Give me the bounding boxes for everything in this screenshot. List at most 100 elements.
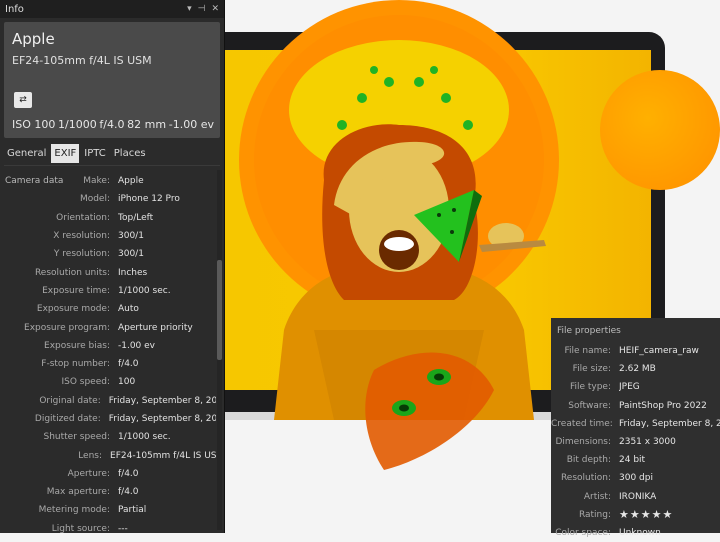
exif-row: Y resolution: 300/1 xyxy=(0,245,216,263)
exif-row: Make: Apple xyxy=(0,172,216,190)
exif-field-label: Digitized date: xyxy=(34,414,101,424)
menu-dropdown-icon[interactable]: ▾ xyxy=(187,4,192,14)
file-property-value: 2.62 MB xyxy=(619,364,656,375)
exif-row: Light source: --- xyxy=(0,520,216,538)
summary-shutter: 1/1000 xyxy=(58,118,97,131)
exif-row: X resolution: 300/1 xyxy=(0,227,216,245)
exif-field-value: -1.00 ev xyxy=(118,340,156,351)
exif-field-value: --- xyxy=(118,523,128,534)
exif-field-label: Metering mode: xyxy=(38,505,110,516)
swap-icon[interactable]: ⇄ xyxy=(14,92,32,108)
exif-row: Resolution units: Inches xyxy=(0,263,216,281)
exif-row: Exposure program: Aperture priority xyxy=(0,318,216,336)
exif-field-value: Friday, September 8, 20... xyxy=(108,395,216,406)
file-property-row: Created time: Friday, September 8, 20... xyxy=(551,415,720,433)
exif-field-value: Inches xyxy=(118,267,148,278)
orange-sun-graphic xyxy=(600,70,720,190)
file-property-value: 2351 x 3000 xyxy=(619,437,676,448)
exif-field-label: Lens: xyxy=(78,450,103,461)
exif-field-label: ISO speed: xyxy=(61,377,110,388)
file-properties-rows: File name: HEIF_camera_raw File size: 2.62 … xyxy=(551,342,720,542)
exif-row: Max aperture: f/4.0 xyxy=(0,483,216,501)
exif-row: Shutter speed: 1/1000 sec. xyxy=(0,428,216,446)
exif-field-value: 100 xyxy=(118,377,136,388)
summary-make: Apple xyxy=(12,30,55,48)
exif-field-label: Orientation: xyxy=(56,212,110,223)
exif-field-value: iPhone 12 Pro xyxy=(118,194,180,205)
exif-row: Original date: Friday, September 8, 20... xyxy=(0,392,216,410)
panel-title: Info xyxy=(5,3,24,15)
exif-field-value: Friday, September 8, 20... xyxy=(108,414,216,424)
file-property-row: Dimensions: 2351 x 3000 xyxy=(551,433,720,451)
info-panel: Info ▾ ⊣ ✕ Apple EF24-105mm f/4L IS USM … xyxy=(0,0,225,534)
tab-exif[interactable]: EXIF xyxy=(51,144,80,163)
tab-general[interactable]: General xyxy=(4,144,50,163)
pin-icon[interactable]: ⊣ xyxy=(198,4,206,14)
exif-field-value: 1/1000 sec. xyxy=(118,432,171,443)
info-panel-titlebar: Info ▾ ⊣ ✕ xyxy=(0,0,224,18)
exif-field-value: Apple xyxy=(118,176,144,187)
vertical-scrollbar[interactable] xyxy=(217,170,222,530)
file-property-label: File name: xyxy=(564,346,611,357)
file-property-row: Artist: IRONIKA xyxy=(551,488,720,506)
file-property-value: IRONIKA xyxy=(619,491,657,502)
exif-field-value: f/4.0 xyxy=(118,487,139,498)
exif-field-label: Exposure bias: xyxy=(44,340,110,351)
exif-field-label: Make: xyxy=(83,176,110,187)
file-property-value: PaintShop Pro 2022 xyxy=(619,400,707,411)
file-property-value: HEIF_camera_raw xyxy=(619,346,699,357)
rating-stars[interactable]: ★★★★★ xyxy=(619,508,673,521)
exif-field-value: EF24-105mm f/4L IS USM xyxy=(110,450,216,461)
exif-field-label: Max aperture: xyxy=(46,487,110,498)
exif-field-value: 300/1 xyxy=(118,249,144,260)
exif-row: Aperture: f/4.0 xyxy=(0,465,216,483)
exif-field-label: Y resolution: xyxy=(53,249,110,260)
file-property-label: Bit depth: xyxy=(566,455,611,466)
exif-field-value: 300/1 xyxy=(118,231,144,242)
tab-iptc[interactable]: IPTC xyxy=(81,144,109,163)
exif-field-label: Model: xyxy=(79,194,110,205)
scrollbar-thumb[interactable] xyxy=(217,260,222,360)
woman-photo-illustration xyxy=(239,0,559,470)
file-property-row: Bit depth: 24 bit xyxy=(551,451,720,469)
file-property-label: Resolution: xyxy=(560,473,611,484)
close-icon[interactable]: ✕ xyxy=(211,4,219,14)
exif-field-label: Resolution units: xyxy=(34,267,110,278)
exif-field-label: Light source: xyxy=(51,523,110,534)
file-property-value: 24 bit xyxy=(619,455,646,466)
file-property-label: Created time: xyxy=(551,418,613,429)
exif-row: Lens: EF24-105mm f/4L IS USM xyxy=(0,446,216,464)
exif-field-label: Original date: xyxy=(39,395,101,406)
exif-field-label: Shutter speed: xyxy=(43,432,111,443)
file-property-label: File type: xyxy=(569,382,611,393)
file-property-row: Resolution: 300 dpi xyxy=(551,469,720,487)
exif-row: Exposure mode: Auto xyxy=(0,300,216,318)
titlebar-controls: ▾ ⊣ ✕ xyxy=(187,4,219,14)
file-property-label: File size: xyxy=(572,364,611,375)
file-property-value: 300 dpi xyxy=(619,473,653,484)
tab-places[interactable]: Places xyxy=(110,144,149,163)
file-property-row: Software: PaintShop Pro 2022 xyxy=(551,397,720,415)
exif-field-label: Exposure program: xyxy=(24,322,110,333)
file-property-label: Software: xyxy=(568,400,611,411)
info-tabs: General EXIF IPTC Places xyxy=(4,144,220,163)
exif-field-label: Exposure time: xyxy=(42,285,110,296)
exif-field-value: 1/1000 sec. xyxy=(118,285,171,296)
exif-field-label: X resolution: xyxy=(53,231,110,242)
file-property-row: File size: 2.62 MB xyxy=(551,360,720,378)
exif-row: Exposure time: 1/1000 sec. xyxy=(0,282,216,300)
exif-row: F-stop number: f/4.0 xyxy=(0,355,216,373)
exif-row: Orientation: Top/Left xyxy=(0,209,216,227)
exif-field-label: Exposure mode: xyxy=(36,304,110,315)
exif-row: Model: iPhone 12 Pro xyxy=(0,190,216,208)
exif-field-value: Partial xyxy=(118,505,147,516)
summary-aperture: f/4.0 xyxy=(99,118,125,131)
summary-iso: ISO 100 xyxy=(12,118,56,131)
exif-row: Exposure bias: -1.00 ev xyxy=(0,337,216,355)
camera-summary-card: Apple EF24-105mm f/4L IS USM ⇄ ISO 100 1… xyxy=(4,22,220,138)
file-property-value: JPEG xyxy=(619,382,640,393)
exif-row: Digitized date: Friday, September 8, 20..… xyxy=(0,410,216,428)
tabs-divider xyxy=(4,165,220,166)
file-property-label: Artist: xyxy=(583,491,611,502)
file-property-label: Dimensions: xyxy=(555,437,611,448)
